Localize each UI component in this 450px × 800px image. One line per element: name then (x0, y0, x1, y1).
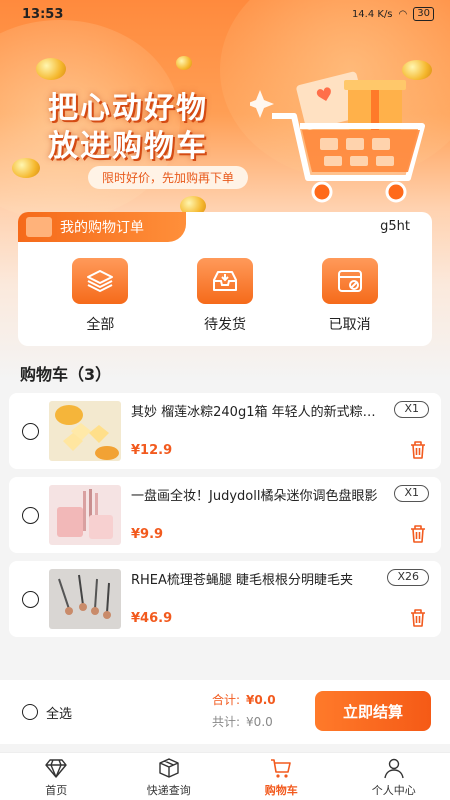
bottom-tab-bar: 首页 快递查询 购物车 个人中心 (0, 752, 450, 800)
product-thumbnail (49, 569, 121, 629)
item-price: ¥9.9 (131, 527, 164, 542)
cart-item[interactable]: RHEA梳理苍蝇腿 睫毛根根分明睫毛夹 X26 ¥46.9 (9, 561, 441, 637)
order-filter-pending-shipment[interactable]: 待发货 (180, 258, 270, 334)
select-all-label[interactable]: 全选 (46, 703, 72, 722)
subtotal-label: 合计: (212, 693, 241, 707)
diamond-icon (45, 759, 67, 778)
tab-label: 快递查询 (146, 784, 191, 797)
cart-section-title: 购物车（3） (20, 365, 112, 384)
status-indicators: 14.4 K/s ◠ 30 (352, 7, 434, 21)
banner-subtitle: 限时好价，先加购再下单 (88, 166, 249, 189)
item-title: 一盘画全妆！Judydoll橘朵迷你调色盘眼影 (131, 489, 378, 504)
item-quantity-badge: X26 (387, 569, 429, 586)
inbox-icon (196, 258, 253, 304)
product-thumbnail (49, 485, 121, 545)
order-status-list: 全部 待发货 已取消 (18, 258, 432, 334)
item-select-radio[interactable] (22, 423, 39, 440)
net-speed: 14.4 K/s (351, 8, 393, 20)
coin-icon (12, 158, 40, 178)
item-price: ¥12.9 (131, 443, 173, 458)
tab-home[interactable]: 首页 (0, 753, 113, 800)
tab-profile[interactable]: 个人中心 (338, 753, 450, 800)
battery-icon: 30 (413, 7, 434, 21)
total-label: 共计: (212, 715, 241, 729)
trash-icon[interactable] (409, 524, 427, 544)
tab-express-tracking[interactable]: 快递查询 (113, 753, 226, 800)
cart-list: 其妙 榴莲冰粽240g1箱 年轻人的新式粽子 冰淇淋粽 X1 ¥12.9 一盘画… (9, 393, 441, 645)
my-orders-header: 我的购物订单 (18, 212, 186, 242)
banner-headline: 把心动好物 放进购物车 (48, 90, 208, 166)
my-orders-card: 我的购物订单 g5ht 全部 待发货 已取消 (18, 212, 432, 346)
shopping-cart-illustration (250, 71, 425, 203)
tab-label: 购物车 (264, 784, 298, 797)
user-icon (384, 758, 404, 779)
order-filter-cancelled[interactable]: 已取消 (305, 258, 395, 334)
order-filter-label: 待发货 (203, 317, 246, 333)
cart-item[interactable]: 一盘画全妆！Judydoll橘朵迷你调色盘眼影 X1 ¥9.9 (9, 477, 441, 553)
item-select-radio[interactable] (22, 507, 39, 524)
username: g5ht (380, 219, 410, 234)
item-select-radio[interactable] (22, 591, 39, 608)
select-all-radio[interactable] (22, 704, 38, 720)
trash-icon[interactable] (409, 440, 427, 460)
orders-badge-icon (26, 217, 52, 237)
tab-label: 个人中心 (371, 784, 416, 797)
coin-icon (176, 56, 192, 70)
order-filter-label: 全部 (86, 317, 115, 333)
trash-icon[interactable] (409, 608, 427, 628)
cart-item[interactable]: 其妙 榴莲冰粽240g1箱 年轻人的新式粽子 冰淇淋粽 X1 ¥12.9 (9, 393, 441, 469)
banner-headline-line2: 放进购物车 (48, 129, 208, 164)
item-title: 其妙 榴莲冰粽240g1箱 年轻人的新式粽子 冰淇淋粽 (131, 405, 381, 420)
cancel-doc-icon (321, 258, 378, 304)
battery-level: 30 (417, 8, 430, 19)
cart-icon (271, 759, 292, 778)
item-quantity-badge: X1 (394, 401, 429, 418)
order-filter-label: 已取消 (328, 317, 371, 333)
item-price: ¥46.9 (131, 611, 173, 626)
package-icon (159, 758, 179, 778)
status-time: 13:53 (22, 7, 64, 22)
total-value: ¥0.0 (246, 715, 273, 729)
tab-label: 首页 (45, 784, 68, 797)
coin-icon (36, 58, 66, 80)
wifi-icon: ◠ (398, 8, 408, 20)
checkout-button[interactable]: 立即结算 (315, 691, 431, 731)
layers-icon (72, 258, 129, 304)
total: 共计: ¥0.0 (212, 713, 273, 730)
item-quantity-badge: X1 (394, 485, 429, 502)
subtotal-value: ¥0.0 (246, 693, 276, 707)
item-title: RHEA梳理苍蝇腿 睫毛根根分明睫毛夹 (131, 573, 354, 588)
banner-headline-line1: 把心动好物 (48, 91, 208, 126)
my-orders-title: 我的购物订单 (60, 220, 144, 236)
status-bar: 13:53 14.4 K/s ◠ 30 (0, 0, 450, 30)
tab-cart[interactable]: 购物车 (225, 753, 338, 800)
checkout-bar: 全选 合计: ¥0.0 共计: ¥0.0 立即结算 (0, 680, 450, 744)
order-filter-all[interactable]: 全部 (55, 258, 145, 334)
subtotal: 合计: ¥0.0 (212, 691, 276, 708)
product-thumbnail (49, 401, 121, 461)
